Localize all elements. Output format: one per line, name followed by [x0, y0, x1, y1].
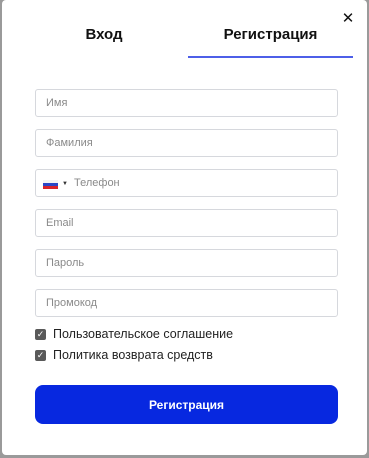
refund-policy-row: ✓ Политика возврата средств	[35, 346, 338, 364]
first-name-input[interactable]	[36, 90, 337, 116]
register-button[interactable]: Регистрация	[35, 385, 338, 424]
auth-tabs: Вход Регистрация	[20, 22, 353, 58]
last-name-field	[35, 129, 338, 157]
phone-input[interactable]	[36, 170, 337, 196]
registration-form: ▼ ✓ Пользовательское соглашение ✓ Полити…	[35, 89, 338, 367]
last-name-input[interactable]	[36, 130, 337, 156]
country-dropdown-caret-icon[interactable]: ▼	[62, 181, 68, 187]
first-name-field	[35, 89, 338, 117]
promo-code-field	[35, 289, 338, 317]
email-input[interactable]	[36, 210, 337, 236]
russia-flag-icon[interactable]	[43, 180, 58, 189]
tab-login[interactable]: Вход	[20, 22, 188, 56]
user-agreement-row: ✓ Пользовательское соглашение	[35, 325, 338, 343]
user-agreement-label[interactable]: Пользовательское соглашение	[53, 327, 233, 341]
tab-registration[interactable]: Регистрация	[188, 22, 353, 58]
registration-modal: ✕ Вход Регистрация ▼ ✓ Пользоват	[2, 0, 367, 455]
email-field	[35, 209, 338, 237]
user-agreement-checkbox[interactable]: ✓	[35, 328, 46, 340]
promo-code-input[interactable]	[36, 290, 337, 316]
password-field	[35, 249, 338, 277]
password-input[interactable]	[36, 250, 337, 276]
phone-field: ▼	[35, 169, 338, 197]
refund-policy-checkbox[interactable]: ✓	[35, 349, 46, 361]
refund-policy-label[interactable]: Политика возврата средств	[53, 348, 213, 362]
